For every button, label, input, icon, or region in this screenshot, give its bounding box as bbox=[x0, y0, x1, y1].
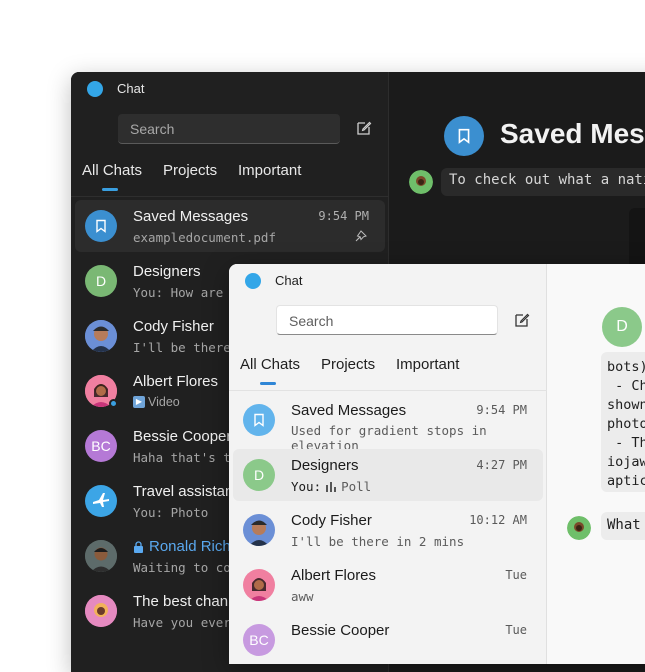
chat-time: 9:54 PM bbox=[318, 209, 369, 223]
chat-preview: You: Poll bbox=[291, 479, 371, 494]
chat-row-cody-fisher[interactable]: Cody Fisher I'll be there in 2 mins 10:1… bbox=[233, 504, 543, 556]
chat-name: Ronald Richa bbox=[133, 538, 239, 555]
chat-name: Bessie Cooper bbox=[291, 622, 390, 639]
light-conversation-pane: D bots) - Ch shown photo - Th iojaw apti… bbox=[547, 264, 645, 664]
tab-important[interactable]: Important bbox=[396, 356, 459, 373]
window-title: Chat bbox=[275, 273, 303, 288]
avatar bbox=[243, 514, 275, 546]
active-tab-indicator bbox=[260, 382, 276, 385]
chat-preview: I'll be there in 2 mins bbox=[291, 534, 465, 549]
active-tab-indicator bbox=[102, 188, 118, 191]
chat-preview: Have you ever bbox=[133, 615, 231, 630]
chat-name: Travel assistant bbox=[133, 483, 238, 500]
tab-projects[interactable]: Projects bbox=[163, 162, 217, 179]
search-input[interactable]: Search bbox=[118, 114, 340, 144]
avatar bbox=[85, 540, 117, 572]
avatar: D bbox=[602, 307, 642, 347]
chat-name: The best chann bbox=[133, 593, 237, 610]
airplane-icon bbox=[85, 485, 117, 517]
search-placeholder: Search bbox=[130, 121, 175, 137]
chat-row-bessie-cooper[interactable]: BC Bessie Cooper Tue bbox=[233, 614, 543, 664]
tab-important[interactable]: Important bbox=[238, 162, 301, 179]
light-chat-window: Chat Search All Chats Projects Important… bbox=[229, 264, 645, 664]
app-logo-icon bbox=[87, 81, 103, 97]
avatar: D bbox=[85, 265, 117, 297]
avatar bbox=[567, 516, 591, 540]
search-placeholder: Search bbox=[289, 313, 334, 329]
chat-name: Albert Flores bbox=[291, 567, 377, 584]
pin-icon bbox=[355, 230, 367, 242]
chat-preview: ▶ Video bbox=[133, 395, 180, 409]
chat-name: Cody Fisher bbox=[291, 512, 372, 529]
chat-preview-text: Video bbox=[148, 395, 180, 409]
bookmark-icon bbox=[243, 404, 275, 436]
chat-row-saved-messages[interactable]: Saved Messages Used for gradient stops i… bbox=[233, 394, 543, 453]
chat-row-albert-flores[interactable]: Albert Flores aww Tue bbox=[233, 559, 543, 611]
avatar bbox=[409, 170, 433, 194]
message-bubble: bots) - Ch shown photo - Th iojaw aptic bbox=[601, 352, 645, 492]
avatar bbox=[85, 595, 117, 627]
chat-preview: exampledocument.pdf bbox=[133, 230, 276, 245]
chat-time: 4:27 PM bbox=[476, 458, 527, 472]
compose-icon[interactable] bbox=[514, 312, 530, 328]
conversation-title: Saved Messages bbox=[500, 118, 645, 149]
chat-row-designers[interactable]: D Designers You: Poll 4:27 PM bbox=[233, 449, 543, 501]
chat-preview: aww bbox=[291, 589, 314, 604]
chat-preview: Waiting to con bbox=[133, 560, 239, 575]
window-title: Chat bbox=[117, 81, 145, 96]
tab-all-chats[interactable]: All Chats bbox=[240, 356, 300, 373]
chat-preview-line1: Used for gradient stops in bbox=[291, 423, 487, 438]
avatar: BC bbox=[243, 624, 275, 656]
chat-name: Saved Messages bbox=[291, 402, 407, 419]
chat-name-text: Ronald Richa bbox=[149, 538, 240, 555]
chat-name: Saved Messages bbox=[133, 208, 249, 225]
divider bbox=[229, 390, 547, 391]
chat-preview: You: Photo bbox=[133, 505, 208, 520]
code-block bbox=[629, 208, 645, 268]
chat-time: Tue bbox=[505, 568, 527, 582]
bookmark-icon bbox=[85, 210, 117, 242]
message-bubble: To check out what a nati bbox=[441, 168, 645, 196]
avatar bbox=[85, 320, 117, 352]
video-icon: ▶ bbox=[133, 396, 145, 408]
light-chat-list-pane: Chat Search All Chats Projects Important… bbox=[229, 264, 547, 664]
online-status-badge bbox=[109, 399, 118, 408]
compose-icon[interactable] bbox=[356, 120, 372, 136]
chat-preview: I'll be there bbox=[133, 340, 231, 355]
chat-preview-text: You: Photo bbox=[133, 505, 209, 520]
chat-time: 9:54 PM bbox=[476, 403, 527, 417]
tab-projects[interactable]: Projects bbox=[321, 356, 375, 373]
app-logo-icon bbox=[245, 273, 261, 289]
chat-name: Designers bbox=[291, 457, 359, 474]
chat-preview: You: How are y bbox=[133, 285, 239, 300]
tab-all-chats[interactable]: All Chats bbox=[82, 162, 142, 179]
search-input[interactable]: Search bbox=[276, 305, 498, 335]
avatar bbox=[243, 569, 275, 601]
avatar: D bbox=[243, 459, 275, 491]
chat-time: 10:12 AM bbox=[469, 513, 527, 527]
chat-name: Albert Flores bbox=[133, 373, 219, 390]
bookmark-icon bbox=[444, 116, 484, 156]
chat-preview-prefix: You: bbox=[291, 479, 322, 494]
chat-name: Designers bbox=[133, 263, 201, 280]
divider bbox=[71, 196, 389, 197]
chat-name: Cody Fisher bbox=[133, 318, 214, 335]
chat-name: Bessie Cooper bbox=[133, 428, 232, 445]
chat-tabs: All Chats Projects Important bbox=[229, 356, 547, 386]
chat-row-saved-messages[interactable]: Saved Messages exampledocument.pdf 9:54 … bbox=[75, 200, 385, 252]
chat-preview: Haha that's te bbox=[133, 450, 239, 465]
avatar: BC bbox=[85, 430, 117, 462]
message-bubble: What bbox=[601, 512, 645, 540]
chat-preview-text: Poll bbox=[341, 479, 372, 494]
poll-icon bbox=[326, 482, 337, 492]
chat-tabs: All Chats Projects Important bbox=[71, 162, 389, 192]
chat-time: Tue bbox=[505, 623, 527, 637]
lock-icon bbox=[134, 540, 143, 553]
